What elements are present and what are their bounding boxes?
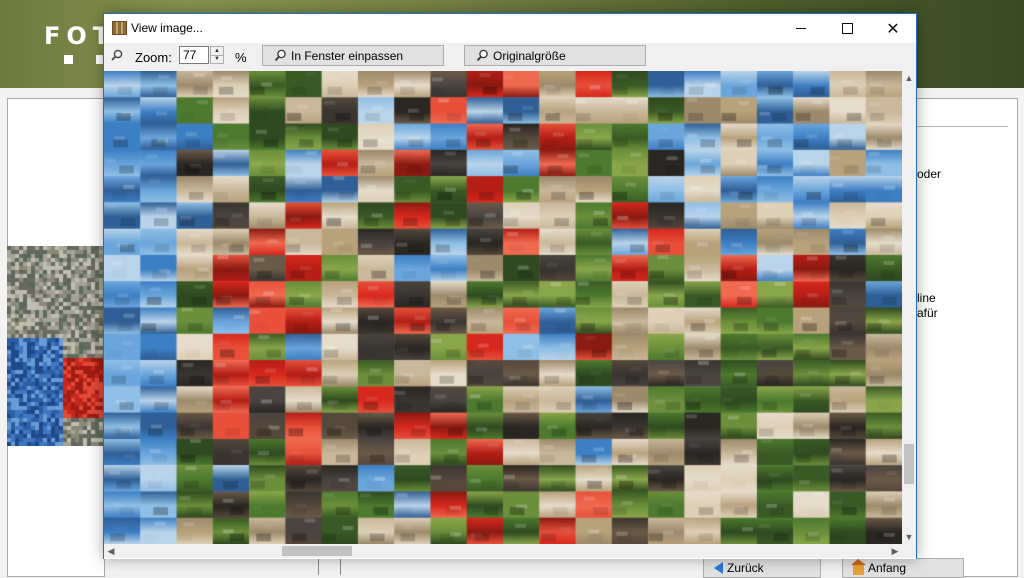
percent-label: % [235,50,247,65]
minimize-button[interactable] [778,14,824,43]
right-panel-divider [916,126,1008,576]
vertical-scroll-thumb[interactable] [904,444,914,484]
zoom-fit-icon [274,49,286,62]
home-icon [851,558,866,575]
image-viewport[interactable]: ▲ ▼ ◀ ▶ [104,71,916,559]
magnifier-icon [111,49,123,61]
app-icon [112,21,127,35]
right-panel-text: afür [917,306,938,320]
scroll-down-icon[interactable]: ▼ [902,530,916,544]
right-panel-text: line [917,291,936,305]
photo-mosaic-image[interactable] [104,71,902,544]
fit-to-window-button[interactable]: In Fenster einpassen [262,45,444,66]
horizontal-scroll-thumb[interactable] [282,546,352,556]
banner-dot [64,55,73,64]
zoom-label: Zoom: [135,50,172,65]
scroll-up-icon[interactable]: ▲ [902,71,916,85]
zoom-stepper[interactable]: ▲ ▼ [210,46,224,64]
minimize-icon [796,28,806,29]
close-icon: ✕ [886,19,900,38]
scroll-left-icon[interactable]: ◀ [104,544,118,558]
back-button[interactable]: Zurück [703,558,821,578]
stepper-down-icon[interactable]: ▼ [211,55,223,63]
view-image-dialog: View image... ✕ Zoom: ▲ ▼ % In Fenster e… [103,13,917,559]
vertical-scrollbar[interactable]: ▲ ▼ [902,71,916,544]
zoom-original-icon [476,49,488,62]
right-panel-text: oder [917,167,942,181]
original-size-button[interactable]: Originalgröße [464,45,646,66]
scroll-right-icon[interactable]: ▶ [888,544,902,558]
arrow-left-icon [714,562,723,574]
horizontal-scrollbar[interactable]: ◀ ▶ [104,544,902,558]
close-button[interactable]: ✕ [870,14,916,43]
toolbar: Zoom: ▲ ▼ % In Fenster einpassen Origina… [104,43,916,71]
start-button[interactable]: Anfang [842,558,964,578]
fit-to-window-label: In Fenster einpassen [291,48,404,63]
mosaic-preview-thumbnail [7,246,103,446]
window-title: View image... [131,21,203,35]
maximize-button[interactable] [824,14,870,43]
start-button-label: Anfang [868,561,907,575]
scroll-corner [902,544,916,558]
back-button-label: Zurück [727,561,764,575]
maximize-icon [841,23,853,34]
zoom-input[interactable] [179,46,209,64]
title-bar[interactable]: View image... ✕ [104,14,916,43]
original-size-label: Originalgröße [493,48,566,63]
